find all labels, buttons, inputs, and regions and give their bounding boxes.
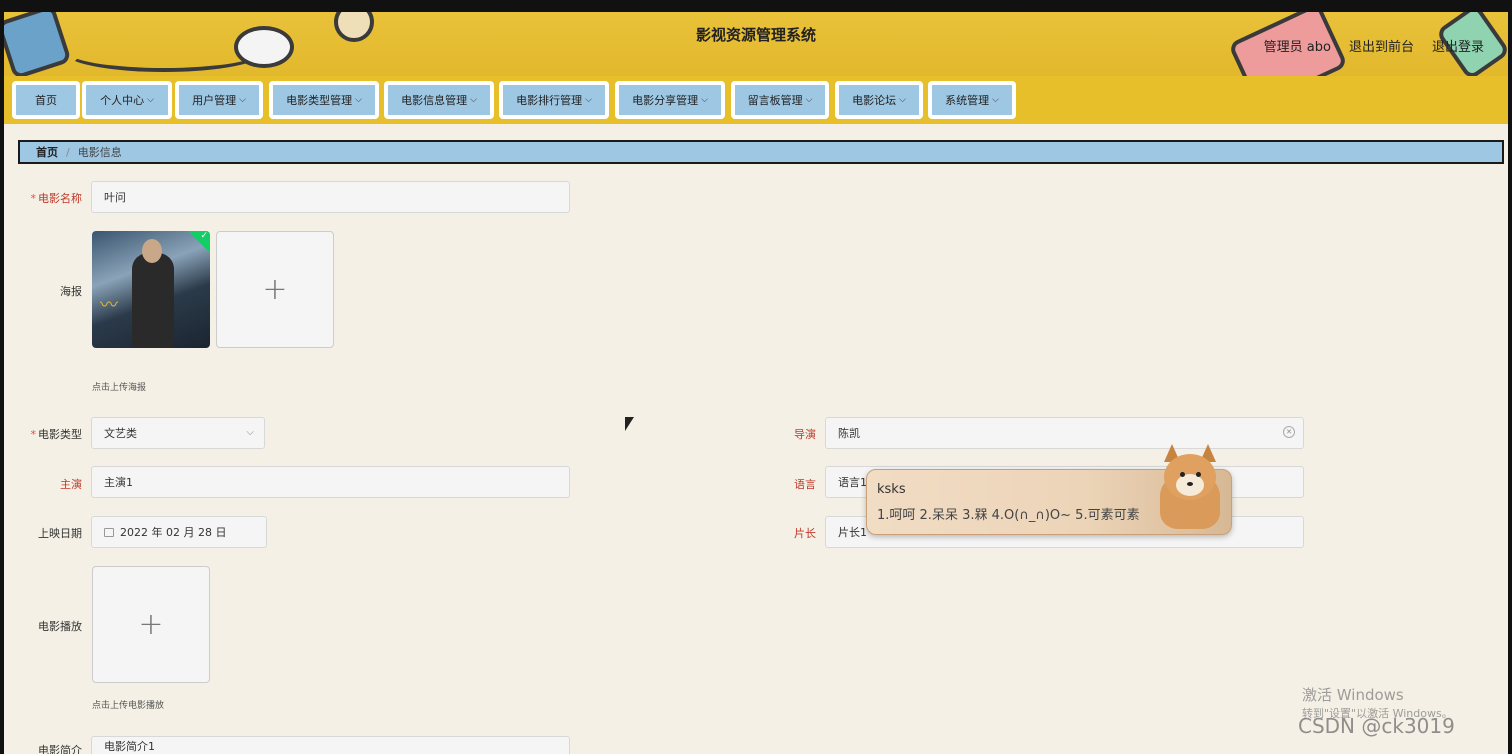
plus-icon: + bbox=[262, 272, 288, 307]
movie-name-value: 叶问 bbox=[104, 191, 126, 204]
chevron-down-icon: ⌵ bbox=[805, 95, 813, 105]
nav-label: 电影分享管理 bbox=[632, 94, 699, 107]
actor-input[interactable]: 主演1 bbox=[91, 466, 570, 498]
poster-upload-button[interactable]: + bbox=[216, 231, 334, 348]
movie-type-select[interactable]: 文艺类 ⌵ bbox=[91, 417, 265, 449]
nav-label: 电影信息管理 bbox=[401, 94, 468, 107]
movie-type-label: * 电影类型 bbox=[20, 426, 83, 442]
mouse-cursor-icon bbox=[625, 417, 634, 431]
actor-value: 主演1 bbox=[104, 476, 133, 489]
movie-play-label: 电影播放 bbox=[38, 620, 82, 633]
nav-item-profile[interactable]: 个人中心 ⌵ bbox=[82, 81, 172, 119]
nav-item-home[interactable]: 首页 bbox=[12, 81, 80, 119]
poster-figure bbox=[132, 253, 174, 348]
nav-item-message-board[interactable]: 留言板管理 ⌵ bbox=[731, 81, 829, 119]
intro-textarea[interactable]: 电影简介1 bbox=[91, 736, 570, 754]
director-input[interactable]: 陈凯 ✕ bbox=[825, 417, 1304, 449]
language-value: 语言1 bbox=[838, 476, 867, 489]
dog-nose bbox=[1187, 482, 1193, 486]
calendar-icon bbox=[104, 527, 114, 537]
chevron-down-icon: ⌵ bbox=[147, 95, 154, 105]
ime-typed-text: ksks bbox=[877, 482, 906, 497]
check-mark-icon: ✓ bbox=[200, 231, 208, 241]
ime-dog-mascot bbox=[1150, 444, 1230, 534]
movie-type-value: 文艺类 bbox=[104, 427, 137, 440]
nav-label: 用户管理 bbox=[192, 94, 237, 107]
release-date-label: 上映日期 bbox=[38, 527, 82, 540]
dog-eye bbox=[1180, 472, 1185, 477]
nav-item-forum[interactable]: 电影论坛 ⌵ bbox=[835, 81, 923, 119]
header-user-links: 管理员 abo 退出到前台 退出登录 bbox=[1264, 36, 1484, 55]
director-value: 陈凯 bbox=[838, 427, 860, 440]
chevron-down-icon: ⌵ bbox=[470, 95, 477, 105]
movie-play-upload-hint: 点击上传电影播放 bbox=[92, 701, 165, 711]
breadcrumb-home[interactable]: 首页 bbox=[36, 144, 58, 160]
main-nav: 首页 个人中心 ⌵ 用户管理 ⌵ 电影类型管理 ⌵ 电影信息管理 ⌵ 电影排行管理 ⌵ 电… bbox=[4, 76, 1508, 124]
nav-item-system[interactable]: 系统管理 ⌵ bbox=[928, 81, 1016, 119]
chevron-down-icon: ⌵ bbox=[992, 95, 999, 105]
csdn-watermark: CSDN @ck3019 bbox=[1298, 714, 1455, 738]
chevron-down-icon: ⌵ bbox=[585, 95, 592, 105]
screen-right-border bbox=[1508, 0, 1512, 754]
movie-type-label-text: 电影类型 bbox=[38, 428, 82, 441]
required-mark: * bbox=[30, 192, 37, 205]
director-label: 导演 bbox=[794, 428, 816, 441]
poster-upload-hint: 点击上传海报 bbox=[92, 383, 147, 393]
nav-item-movie-share[interactable]: 电影分享管理 ⌵ bbox=[615, 81, 725, 119]
chevron-down-icon: ⌵ bbox=[899, 95, 906, 105]
intro-label: 电影简介 bbox=[38, 744, 82, 754]
nav-label: 个人中心 bbox=[100, 94, 145, 107]
windows-activation-title: 激活 Windows bbox=[1302, 686, 1404, 704]
movie-play-upload-button[interactable]: + bbox=[92, 566, 210, 683]
back-to-front-link[interactable]: 退出到前台 bbox=[1349, 36, 1414, 55]
language-label: 语言 bbox=[794, 478, 816, 491]
length-label: 片长 bbox=[794, 527, 816, 540]
actor-label: 主演 bbox=[60, 478, 82, 491]
nav-item-users[interactable]: 用户管理 ⌵ bbox=[175, 81, 263, 119]
screen-top-border bbox=[0, 0, 1512, 12]
movie-name-input[interactable]: 叶问 bbox=[91, 181, 570, 213]
poster-label: 海报 bbox=[60, 285, 82, 298]
clear-icon[interactable]: ✕ bbox=[1283, 426, 1295, 438]
plus-icon: + bbox=[138, 607, 164, 642]
movie-name-label: * 电影名称 bbox=[20, 190, 83, 206]
poster-thumbnail[interactable]: 〰 ✓ bbox=[92, 231, 210, 348]
release-date-picker[interactable]: 2022 年 02 月 28 日 bbox=[91, 516, 267, 548]
nav-item-movie-types[interactable]: 电影类型管理 ⌵ bbox=[269, 81, 379, 119]
nav-label: 首页 bbox=[35, 94, 57, 107]
poster-head bbox=[142, 239, 162, 263]
chevron-down-icon: ⌵ bbox=[701, 95, 708, 105]
breadcrumb-separator: / bbox=[66, 145, 70, 159]
movie-name-label-text: 电影名称 bbox=[38, 192, 82, 205]
logout-link[interactable]: 退出登录 bbox=[1432, 36, 1484, 55]
poster-calligraphy: 〰 bbox=[100, 295, 118, 316]
nav-label: 电影论坛 bbox=[852, 94, 897, 107]
breadcrumb: 首页 / 电影信息 bbox=[18, 140, 1504, 164]
nav-label: 留言板管理 bbox=[747, 94, 803, 107]
ime-candidates[interactable]: 1.呵呵 2.呆呆 3.槑 4.O(∩_∩)O~ 5.可素可素 bbox=[877, 504, 1140, 523]
breadcrumb-current: 电影信息 bbox=[77, 146, 122, 159]
nav-item-movie-ranking[interactable]: 电影排行管理 ⌵ bbox=[499, 81, 609, 119]
required-mark: * bbox=[30, 428, 37, 441]
chevron-down-icon: ⌵ bbox=[246, 427, 254, 438]
nav-label: 电影类型管理 bbox=[286, 94, 353, 107]
dog-eye bbox=[1196, 472, 1201, 477]
nav-label: 电影排行管理 bbox=[516, 94, 583, 107]
length-value: 片长1 bbox=[838, 526, 867, 539]
intro-value: 电影简介1 bbox=[104, 739, 155, 753]
nav-item-movie-info[interactable]: 电影信息管理 ⌵ bbox=[384, 81, 494, 119]
release-date-value: 2022 年 02 月 28 日 bbox=[120, 526, 227, 539]
chevron-down-icon: ⌵ bbox=[239, 95, 246, 105]
nav-label: 系统管理 bbox=[945, 94, 990, 107]
admin-user-label: 管理员 abo bbox=[1263, 40, 1331, 55]
chevron-down-icon: ⌵ bbox=[355, 95, 362, 105]
